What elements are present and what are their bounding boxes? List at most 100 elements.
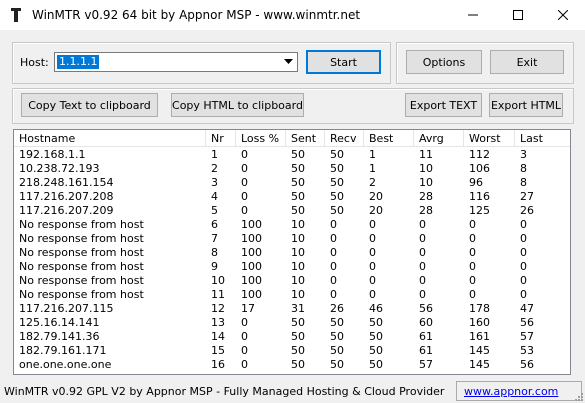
cell-best: 20 xyxy=(369,204,383,217)
export-text-button[interactable]: Export TEXT xyxy=(405,93,482,117)
column-header-avrg[interactable]: Avrg xyxy=(414,130,464,147)
cell-avrg: 10 xyxy=(419,162,433,175)
cell-last: 0 xyxy=(520,288,527,301)
cell-last: 0 xyxy=(520,246,527,259)
cell-avrg: 0 xyxy=(419,274,426,287)
options-button[interactable]: Options xyxy=(406,50,482,74)
cell-avrg: 28 xyxy=(419,190,433,203)
cell-avrg: 0 xyxy=(419,232,426,245)
column-header-loss[interactable]: Loss % xyxy=(236,130,286,147)
host-input[interactable]: 1.1.1.1 xyxy=(57,55,100,69)
cell-sent: 50 xyxy=(291,190,305,203)
close-button[interactable] xyxy=(540,0,585,30)
cell-best: 1 xyxy=(369,148,376,161)
cell-avrg: 60 xyxy=(419,316,433,329)
table-row[interactable]: one.one.one.one 16 0 50 50 50 57 145 56 xyxy=(14,358,570,372)
cell-sent: 50 xyxy=(291,162,305,175)
table-row[interactable]: 218.248.161.154 3 0 50 50 2 10 96 8 xyxy=(14,176,570,190)
table-row[interactable]: 117.216.207.209 5 0 50 50 20 28 125 26 xyxy=(14,204,570,218)
cell-nr: 6 xyxy=(211,218,218,231)
appnor-link[interactable]: www.appnor.com xyxy=(456,381,582,401)
cell-nr: 16 xyxy=(211,358,225,371)
copy-text-button[interactable]: Copy Text to clipboard xyxy=(21,93,158,117)
table-row[interactable]: 10.238.72.193 2 0 50 50 1 10 106 8 xyxy=(14,162,570,176)
cell-best: 50 xyxy=(369,316,383,329)
cell-last: 56 xyxy=(520,358,534,371)
cell-loss: 0 xyxy=(241,204,248,217)
cell-best: 0 xyxy=(369,246,376,259)
maximize-icon xyxy=(512,10,523,20)
host-label: Host: xyxy=(20,56,49,69)
table-row[interactable]: No response from host 8 100 10 0 0 0 0 0 xyxy=(14,246,570,260)
cell-worst: 112 xyxy=(469,148,490,161)
results-table[interactable]: Hostname Nr Loss % Sent Recv Best Avrg Worst Las… xyxy=(13,129,571,375)
minimize-button[interactable] xyxy=(450,0,495,30)
cell-avrg: 11 xyxy=(419,148,433,161)
cell-sent: 50 xyxy=(291,330,305,343)
table-row[interactable]: No response from host 7 100 10 0 0 0 0 0 xyxy=(14,232,570,246)
size-grip-icon[interactable] xyxy=(573,391,583,401)
host-dropdown-button[interactable] xyxy=(280,53,297,71)
cell-recv: 26 xyxy=(330,302,344,315)
cell-worst: 125 xyxy=(469,204,490,217)
table-row[interactable]: 125.16.14.141 13 0 50 50 50 60 160 56 xyxy=(14,316,570,330)
cell-avrg: 10 xyxy=(419,176,433,189)
table-row[interactable]: No response from host 10 100 10 0 0 0 0 0 xyxy=(14,274,570,288)
start-button[interactable]: Start xyxy=(306,50,381,74)
cell-loss: 0 xyxy=(241,344,248,357)
cell-best: 20 xyxy=(369,190,383,203)
status-text: WinMTR v0.92 GPL V2 by Appnor MSP - Full… xyxy=(4,385,445,398)
maximize-button[interactable] xyxy=(495,0,540,30)
cell-last: 27 xyxy=(520,190,534,203)
cell-nr: 4 xyxy=(211,190,218,203)
cell-nr: 5 xyxy=(211,204,218,217)
cell-worst: 0 xyxy=(469,288,476,301)
cell-worst: 0 xyxy=(469,246,476,259)
column-header-worst[interactable]: Worst xyxy=(464,130,515,147)
column-header-nr[interactable]: Nr xyxy=(206,130,236,147)
column-header-last[interactable]: Last xyxy=(515,130,570,147)
cell-hostname: No response from host xyxy=(19,274,144,287)
cell-worst: 178 xyxy=(469,302,490,315)
cell-recv: 0 xyxy=(330,232,337,245)
cell-sent: 50 xyxy=(291,358,305,371)
column-header-recv[interactable]: Recv xyxy=(325,130,364,147)
table-row[interactable]: 182.79.141.36 14 0 50 50 50 61 161 57 xyxy=(14,330,570,344)
table-row[interactable]: 192.168.1.1 1 0 50 50 1 11 112 3 xyxy=(14,148,570,162)
cell-worst: 160 xyxy=(469,316,490,329)
column-header-hostname[interactable]: Hostname xyxy=(14,130,206,147)
cell-recv: 50 xyxy=(330,176,344,189)
cell-avrg: 57 xyxy=(419,358,433,371)
table-row[interactable]: No response from host 11 100 10 0 0 0 0 0 xyxy=(14,288,570,302)
table-row[interactable]: No response from host 9 100 10 0 0 0 0 0 xyxy=(14,260,570,274)
cell-best: 50 xyxy=(369,344,383,357)
host-combobox[interactable]: 1.1.1.1 xyxy=(54,52,298,72)
cell-recv: 50 xyxy=(330,162,344,175)
cell-nr: 3 xyxy=(211,176,218,189)
export-html-button[interactable]: Export HTML xyxy=(489,93,563,117)
appnor-link-label[interactable]: www.appnor.com xyxy=(464,385,558,398)
column-header-best[interactable]: Best xyxy=(364,130,414,147)
column-header-sent[interactable]: Sent xyxy=(286,130,325,147)
table-row[interactable]: 117.216.207.115 12 17 31 26 46 56 178 47 xyxy=(14,302,570,316)
cell-loss: 100 xyxy=(241,274,262,287)
table-header: Hostname Nr Loss % Sent Recv Best Avrg Worst Las… xyxy=(14,130,570,147)
cell-sent: 10 xyxy=(291,246,305,259)
table-row[interactable]: No response from host 6 100 10 0 0 0 0 0 xyxy=(14,218,570,232)
cell-hostname: 182.79.141.36 xyxy=(19,330,100,343)
cell-loss: 100 xyxy=(241,260,262,273)
cell-loss: 100 xyxy=(241,288,262,301)
minimize-icon xyxy=(467,14,478,16)
copy-html-button[interactable]: Copy HTML to clipboard xyxy=(171,93,304,117)
cell-last: 8 xyxy=(520,176,527,189)
table-row[interactable]: 117.216.207.208 4 0 50 50 20 28 116 27 xyxy=(14,190,570,204)
cell-nr: 9 xyxy=(211,260,218,273)
cell-best: 1 xyxy=(369,162,376,175)
cell-nr: 13 xyxy=(211,316,225,329)
table-row[interactable]: 182.79.161.171 15 0 50 50 50 61 145 53 xyxy=(14,344,570,358)
exit-button[interactable]: Exit xyxy=(490,50,564,74)
cell-worst: 145 xyxy=(469,358,490,371)
cell-last: 26 xyxy=(520,204,534,217)
cell-avrg: 0 xyxy=(419,246,426,259)
cell-avrg: 61 xyxy=(419,330,433,343)
